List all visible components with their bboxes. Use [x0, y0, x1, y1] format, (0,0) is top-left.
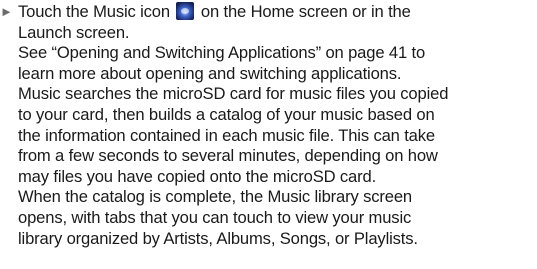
- body-text-line: from a few seconds to several minutes, d…: [18, 146, 438, 166]
- music-app-icon: [176, 2, 195, 20]
- body-text-line: opens, with tabs that you can touch to v…: [18, 207, 412, 227]
- instruction-line: ► Touch the Music icon on the Home screen…: [0, 2, 537, 23]
- body-text-line: Music searches the microSD card for musi…: [18, 84, 449, 104]
- body-text-line: When the catalog is complete, the Music …: [18, 187, 413, 207]
- document-body: ► Touch the Music icon on the Home screen…: [0, 2, 537, 249]
- body-text-line: may files you have copied onto the micro…: [18, 166, 377, 186]
- cross-reference-line: learn more about opening and switching a…: [18, 63, 402, 83]
- instruction-line-continued: Launch screen.: [18, 22, 130, 42]
- instruction-text-after-icon: on the Home screen or in the: [200, 2, 411, 21]
- body-text-line: to your card, then builds a catalog of y…: [18, 104, 435, 124]
- instruction-text-before-icon: Touch the Music icon: [18, 2, 170, 21]
- bullet-arrow-icon: ►: [0, 4, 13, 19]
- cross-reference-line: See “Opening and Switching Applications”…: [18, 43, 426, 63]
- body-text-line: the information contained in each music …: [18, 125, 435, 145]
- body-text-line: library organized by Artists, Albums, So…: [18, 228, 418, 248]
